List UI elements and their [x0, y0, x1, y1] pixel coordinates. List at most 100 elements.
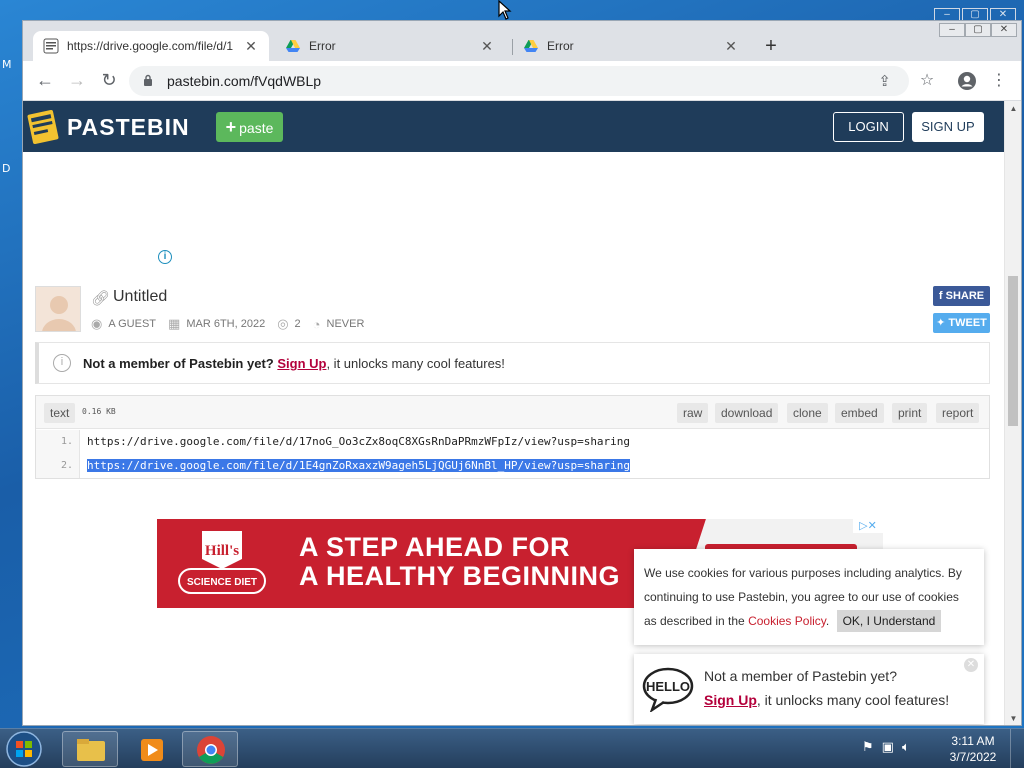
notice-text: Not a member of Pastebin yet? Sign Up, i… [83, 356, 505, 371]
address-bar[interactable]: pastebin.com/fVqdWBLp ⇪ [129, 66, 909, 96]
code-text[interactable]: https://drive.google.com/file/d/17noG_Oo… [87, 435, 630, 448]
tab-strip: https://drive.google.com/file/d/1 ✕ Erro… [23, 21, 1021, 61]
promo-line1: Not a member of Pastebin yet? [704, 668, 897, 684]
desktop-icon-label[interactable]: D [2, 162, 10, 175]
close-tab-icon[interactable]: ✕ [723, 38, 739, 55]
info-icon: i [53, 354, 71, 372]
promo-text: Not a member of Pastebin yet? Sign Up, i… [704, 664, 949, 712]
tab-error-1[interactable]: Error ✕ [275, 31, 505, 61]
folder-icon [77, 739, 105, 761]
report-button[interactable]: report [936, 403, 980, 423]
print-button[interactable]: print [892, 403, 928, 423]
scroll-thumb[interactable] [1008, 276, 1018, 426]
twitter-share-button[interactable]: ✦ TWEET [933, 313, 990, 333]
share-icon[interactable]: ⇪ [878, 72, 891, 90]
close-button[interactable]: ✕ [991, 23, 1017, 37]
clock[interactable]: 3:11 AM 3/7/2022 [942, 733, 1004, 765]
tweet-label: TWEET [948, 317, 987, 329]
code-box: text 0.16 KB raw download clone embed pr… [35, 395, 990, 479]
link-icon: 🔗︎ [91, 290, 111, 307]
code-line: 1. https://drive.google.com/file/d/17noG… [36, 430, 989, 454]
chrome-taskbar-button[interactable] [182, 731, 238, 767]
scroll-down-arrow-icon[interactable]: ▼ [1005, 711, 1021, 725]
action-center-icon[interactable]: ⚑ [862, 739, 874, 755]
promo-signup-link[interactable]: Sign Up [704, 692, 757, 708]
url-text[interactable]: pastebin.com/fVqdWBLp [167, 73, 321, 89]
minimize-button[interactable]: – [939, 23, 965, 37]
profile-icon[interactable] [955, 69, 979, 93]
ad-info-icon[interactable]: i [158, 250, 172, 264]
login-button[interactable]: LOGIN [833, 112, 904, 142]
paste-date: MAR 6TH, 2022 [186, 318, 266, 330]
back-arrow-icon[interactable]: ← [33, 69, 57, 93]
line-number: 2. [36, 454, 80, 478]
reload-icon[interactable]: ↻ [97, 69, 121, 93]
bookmark-star-icon[interactable]: ☆ [915, 69, 939, 93]
lock-icon [144, 74, 152, 86]
tab-title: Error [309, 39, 336, 53]
clone-button[interactable]: clone [787, 403, 828, 423]
paste-author[interactable]: A GUEST [108, 318, 156, 330]
download-button[interactable]: download [715, 403, 779, 423]
paste-views: 2 [294, 318, 301, 330]
brand-name[interactable]: PASTEBIN [67, 114, 190, 141]
notice-rest: , it unlocks many cool features! [326, 356, 505, 371]
new-tab-button[interactable]: + [759, 35, 783, 58]
stopwatch-icon: ◔ [312, 316, 321, 332]
pastebin-icon [43, 38, 59, 54]
tab-title: https://drive.google.com/file/d/1 [67, 39, 234, 53]
cookies-policy-link[interactable]: Cookies Policy [748, 614, 826, 628]
page-viewport: PASTEBIN + paste LOGIN SIGN UP i 🔗︎ Untit… [23, 101, 1005, 725]
close-tab-icon[interactable]: ✕ [243, 38, 259, 55]
start-button-icon[interactable] [4, 730, 44, 768]
close-tab-icon[interactable]: ✕ [479, 38, 495, 55]
member-notice: i Not a member of Pastebin yet? Sign Up,… [35, 342, 990, 384]
google-drive-icon [286, 40, 300, 52]
google-drive-icon [524, 40, 538, 52]
line-number: 1. [36, 430, 80, 454]
menu-kebab-icon[interactable]: ⋮ [987, 69, 1011, 93]
volume-icon[interactable]: 🔈︎ [902, 739, 910, 755]
facebook-share-button[interactable]: f SHARE [933, 286, 990, 306]
browser-toolbar: ← → ↻ pastebin.com/fVqdWBLp ⇪ ☆ ⋮ [23, 61, 1021, 101]
desktop-icon-label[interactable]: M [2, 58, 12, 71]
show-desktop-button[interactable] [1010, 729, 1024, 768]
paste-button-label: paste [239, 120, 274, 136]
ad-choices-icon[interactable]: ▷✕ [853, 519, 883, 533]
new-paste-button[interactable]: + paste [216, 112, 283, 142]
user-icon: ◉ [91, 316, 103, 331]
browser-window: https://drive.google.com/file/d/1 ✕ Erro… [22, 20, 1022, 726]
calendar-icon: ▦ [168, 316, 181, 331]
page-scrollbar[interactable]: ▲ ▼ [1004, 101, 1021, 725]
plus-icon: + [225, 117, 237, 137]
ad-line1: A STEP AHEAD FOR [299, 532, 571, 562]
close-icon[interactable]: ✕ [964, 658, 978, 672]
tab-pastebin[interactable]: https://drive.google.com/file/d/1 ✕ [33, 31, 269, 61]
paste-title: Untitled [113, 288, 168, 305]
media-player-taskbar-button[interactable] [122, 731, 178, 767]
ad-brand-top: Hill's [205, 543, 239, 559]
signup-link[interactable]: Sign Up [277, 356, 326, 371]
avatar [35, 286, 81, 332]
signup-button[interactable]: SIGN UP [912, 112, 984, 142]
embed-button[interactable]: embed [835, 403, 884, 423]
explorer-taskbar-button[interactable] [62, 731, 118, 767]
raw-button[interactable]: raw [677, 403, 709, 423]
pastebin-logo-icon[interactable] [27, 107, 61, 145]
paste-meta: ◉ A GUEST ▦ MAR 6TH, 2022 ◎ 2 ◔ NEVER [91, 316, 376, 332]
code-text-selected[interactable]: https://drive.google.com/file/d/1E4gnZoR… [87, 459, 631, 472]
notice-bold: Not a member of Pastebin yet? [83, 356, 274, 371]
tab-error-2[interactable]: Error ✕ [513, 31, 749, 61]
scroll-up-arrow-icon[interactable]: ▲ [1005, 101, 1021, 117]
ad-brand-bottom: SCIENCE DIET [187, 577, 257, 588]
maximize-button[interactable]: ▢ [965, 23, 991, 37]
network-icon[interactable]: ▣ [882, 739, 894, 755]
cookie-period: . [825, 614, 830, 628]
forward-arrow-icon[interactable]: → [65, 69, 89, 93]
clock-time: 3:11 AM [951, 734, 995, 748]
promo-rest: , it unlocks many cool features! [756, 692, 950, 708]
accept-cookies-button[interactable]: OK, I Understand [836, 610, 942, 632]
syntax-button[interactable]: text [44, 403, 76, 423]
hello-text: HELLO [646, 679, 690, 694]
paste-expire: NEVER [326, 318, 365, 330]
